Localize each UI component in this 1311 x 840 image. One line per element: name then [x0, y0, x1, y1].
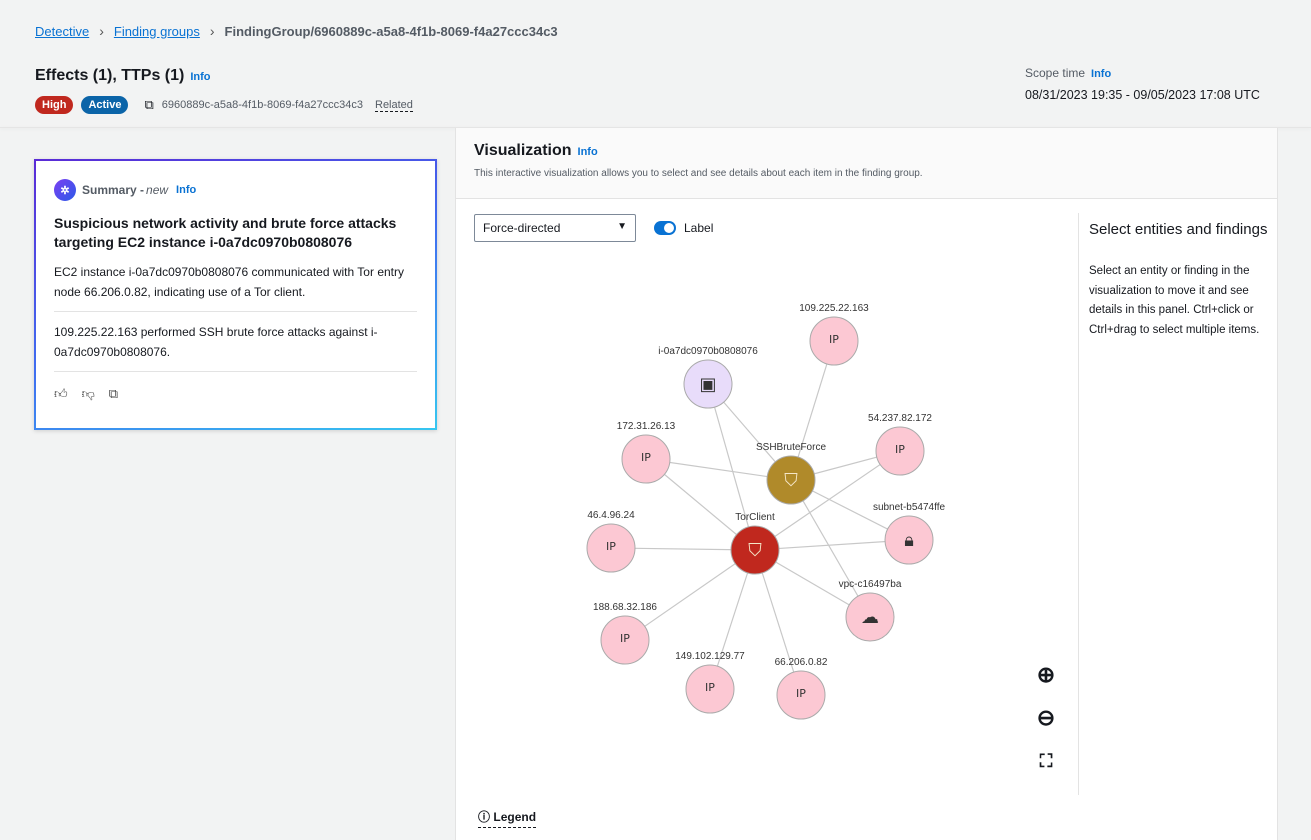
info-link[interactable]: Info	[190, 71, 210, 83]
breadcrumb-detective[interactable]: Detective	[35, 24, 89, 39]
finding-group-id: 6960889c-a5a8-4f1b-8069-f4a27ccc34c3	[161, 99, 363, 111]
label-toggle[interactable]: Label	[654, 221, 713, 235]
ip-address-icon: IP	[895, 443, 905, 456]
toggle-switch[interactable]	[654, 221, 676, 235]
ai-assistant-icon: ✲	[54, 179, 76, 201]
label-toggle-text: Label	[684, 221, 714, 235]
graph-node-label: SSHBruteForce	[756, 442, 826, 453]
layout-select[interactable]: Force-directed ▼	[474, 214, 636, 242]
graph-node-label: i-0a7dc0970b0808076	[658, 346, 758, 357]
finding-shield-icon: ⛉	[784, 470, 798, 491]
graph-node-label: 109.225.22.163	[799, 303, 869, 314]
details-panel: Select entities and findings Select an e…	[1078, 213, 1278, 795]
zoom-out-icon[interactable]: ⊖	[1031, 703, 1061, 733]
cloud-icon: ☁	[861, 607, 879, 628]
graph-node-label: 54.237.82.172	[868, 413, 932, 424]
graph-node-label: 172.31.26.13	[617, 421, 676, 432]
zoom-in-icon[interactable]: ⊕	[1031, 660, 1061, 690]
ip-address-icon: IP	[606, 540, 616, 553]
ip-address-icon: IP	[796, 687, 806, 700]
divider	[54, 311, 417, 312]
layout-select-value: Force-directed	[483, 221, 561, 235]
info-circle-icon: ⓘ	[478, 810, 491, 824]
status-badge: Active	[81, 96, 129, 114]
thumbs-down-icon[interactable]: 👎︎	[82, 386, 95, 402]
ip-address-icon: IP	[641, 451, 651, 464]
scope-time-label: Scope time	[1025, 66, 1086, 80]
ip-address-icon: IP	[829, 333, 839, 346]
scope-time-value: 08/31/2023 19:35 - 09/05/2023 17:08 UTC	[1025, 88, 1260, 102]
legend-button[interactable]: ⓘ Legend	[478, 808, 537, 828]
page-title-text: Effects (1), TTPs (1)	[35, 67, 185, 84]
graph-node-label: subnet-b5474ffe	[873, 502, 946, 513]
legend-label: Legend	[493, 810, 537, 824]
caret-down-icon: ▼	[617, 221, 627, 232]
graph-node-label: 188.68.32.186	[593, 602, 657, 613]
summary-paragraph: 109.225.22.163 performed SSH brute force…	[54, 325, 378, 359]
details-title: Select entities and findings	[1089, 221, 1268, 238]
page-title: Effects (1), TTPs (1) Info	[35, 67, 211, 85]
summary-label: Summary -	[82, 183, 145, 197]
copy-icon[interactable]: ⧉	[144, 97, 153, 113]
summary-paragraph: EC2 instance i-0a7dc0970b0808076 communi…	[54, 265, 404, 299]
graph-edge	[707, 383, 756, 551]
scope-info-link[interactable]: Info	[1091, 68, 1111, 80]
graph-node-label: 66.206.0.82	[775, 657, 828, 668]
breadcrumb: Detective › Finding groups › FindingGrou…	[35, 23, 558, 39]
fit-to-screen-icon[interactable]: ⛶	[1031, 746, 1061, 776]
related-popover[interactable]: Related	[375, 99, 413, 112]
severity-badge: High	[35, 96, 74, 114]
details-text: Select an entity or finding in the visua…	[1089, 265, 1260, 336]
copy-icon[interactable]: ⧉	[109, 386, 118, 402]
summary-info-link[interactable]: Info	[176, 184, 196, 196]
graph-node-label: 149.102.129.77	[675, 651, 745, 662]
scope-time: Scope time Info 08/31/2023 19:35 - 09/05/…	[1025, 66, 1260, 102]
graph-node-label: vpc-c16497ba	[839, 579, 902, 590]
breadcrumb-current: FindingGroup/6960889c-a5a8-4f1b-8069-f4a…	[224, 23, 558, 39]
ec2-instance-icon: ▣	[699, 374, 716, 395]
ip-address-icon: IP	[620, 632, 630, 645]
chevron-right-icon: ›	[99, 23, 104, 39]
finding-shield-icon: ⛉	[748, 540, 762, 561]
visualization-panel: Visualization Info This interactive visua…	[455, 128, 1278, 840]
breadcrumb-finding-groups[interactable]: Finding groups	[114, 24, 200, 39]
thumbs-up-icon[interactable]: 👍︎	[54, 386, 68, 402]
ip-address-icon: IP	[705, 681, 715, 694]
lock-icon: 🔒︎	[904, 530, 914, 551]
summary-card: ✲ Summary - new Info Suspicious network ac…	[34, 159, 437, 430]
graph-node-label: 46.4.96.24	[587, 510, 635, 521]
summary-new: new	[146, 183, 169, 197]
chevron-right-icon: ›	[209, 23, 215, 39]
summary-title: Suspicious network activity and brute fo…	[54, 215, 397, 250]
graph-node-label: TorClient	[735, 512, 775, 523]
divider	[54, 371, 417, 372]
